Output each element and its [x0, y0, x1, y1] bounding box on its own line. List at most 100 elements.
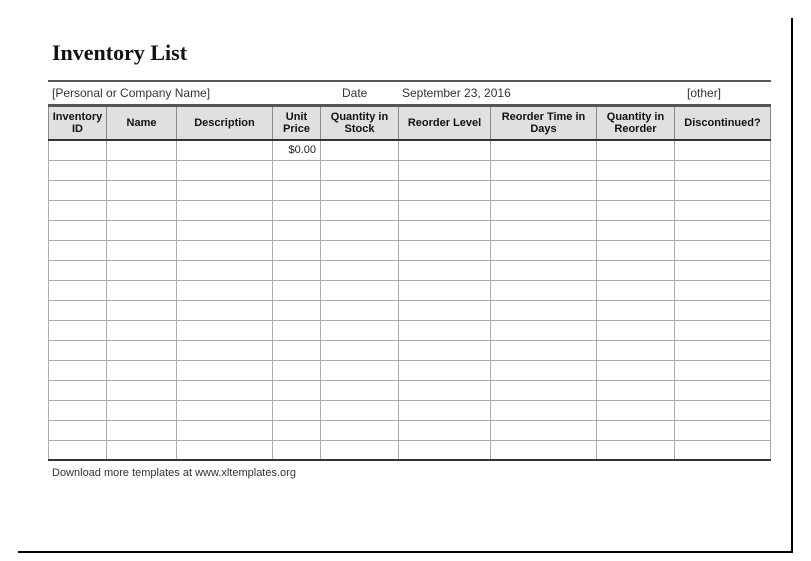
- cell-reorder_time[interactable]: [491, 340, 597, 360]
- cell-qty_reorder[interactable]: [597, 400, 675, 420]
- cell-discontinued[interactable]: [675, 240, 771, 260]
- cell-qty_reorder[interactable]: [597, 420, 675, 440]
- cell-qty_reorder[interactable]: [597, 160, 675, 180]
- cell-discontinued[interactable]: [675, 280, 771, 300]
- cell-qty_reorder[interactable]: [597, 440, 675, 460]
- cell-reorder_level[interactable]: [399, 160, 491, 180]
- cell-reorder_level[interactable]: [399, 200, 491, 220]
- cell-qty_reorder[interactable]: [597, 360, 675, 380]
- cell-name[interactable]: [107, 160, 177, 180]
- cell-unit_price[interactable]: [273, 400, 321, 420]
- cell-qty_reorder[interactable]: [597, 240, 675, 260]
- cell-qty_stock[interactable]: [321, 320, 399, 340]
- cell-description[interactable]: [177, 380, 273, 400]
- cell-qty_stock[interactable]: [321, 400, 399, 420]
- cell-name[interactable]: [107, 420, 177, 440]
- cell-qty_stock[interactable]: [321, 340, 399, 360]
- col-header-reorder-time[interactable]: Reorder Time in Days: [491, 106, 597, 140]
- cell-reorder_level[interactable]: [399, 340, 491, 360]
- cell-name[interactable]: [107, 360, 177, 380]
- cell-unit_price[interactable]: [273, 160, 321, 180]
- cell-qty_reorder[interactable]: [597, 300, 675, 320]
- cell-discontinued[interactable]: [675, 320, 771, 340]
- cell-qty_stock[interactable]: [321, 240, 399, 260]
- col-header-qty-stock[interactable]: Quantity in Stock: [321, 106, 399, 140]
- cell-unit_price[interactable]: [273, 360, 321, 380]
- cell-reorder_level[interactable]: [399, 380, 491, 400]
- cell-unit_price[interactable]: [273, 240, 321, 260]
- cell-reorder_level[interactable]: [399, 220, 491, 240]
- cell-reorder_time[interactable]: [491, 300, 597, 320]
- company-name-field[interactable]: [Personal or Company Name]: [52, 86, 342, 100]
- cell-discontinued[interactable]: [675, 140, 771, 160]
- cell-description[interactable]: [177, 300, 273, 320]
- cell-reorder_level[interactable]: [399, 260, 491, 280]
- cell-discontinued[interactable]: [675, 220, 771, 240]
- cell-qty_reorder[interactable]: [597, 180, 675, 200]
- cell-inventory_id[interactable]: [49, 220, 107, 240]
- cell-name[interactable]: [107, 200, 177, 220]
- cell-qty_reorder[interactable]: [597, 140, 675, 160]
- cell-reorder_level[interactable]: [399, 320, 491, 340]
- cell-inventory_id[interactable]: [49, 140, 107, 160]
- cell-unit_price[interactable]: [273, 320, 321, 340]
- cell-description[interactable]: [177, 400, 273, 420]
- cell-description[interactable]: [177, 280, 273, 300]
- cell-inventory_id[interactable]: [49, 340, 107, 360]
- cell-qty_stock[interactable]: [321, 140, 399, 160]
- cell-qty_stock[interactable]: [321, 360, 399, 380]
- cell-discontinued[interactable]: [675, 160, 771, 180]
- cell-inventory_id[interactable]: [49, 420, 107, 440]
- cell-qty_stock[interactable]: [321, 220, 399, 240]
- cell-inventory_id[interactable]: [49, 440, 107, 460]
- cell-inventory_id[interactable]: [49, 200, 107, 220]
- cell-reorder_time[interactable]: [491, 160, 597, 180]
- cell-qty_reorder[interactable]: [597, 220, 675, 240]
- cell-description[interactable]: [177, 200, 273, 220]
- cell-inventory_id[interactable]: [49, 320, 107, 340]
- cell-description[interactable]: [177, 220, 273, 240]
- cell-name[interactable]: [107, 220, 177, 240]
- col-header-description[interactable]: Description: [177, 106, 273, 140]
- cell-qty_reorder[interactable]: [597, 340, 675, 360]
- cell-reorder_time[interactable]: [491, 320, 597, 340]
- cell-unit_price[interactable]: [273, 380, 321, 400]
- cell-qty_reorder[interactable]: [597, 320, 675, 340]
- cell-qty_reorder[interactable]: [597, 260, 675, 280]
- cell-qty_reorder[interactable]: [597, 380, 675, 400]
- cell-qty_stock[interactable]: [321, 180, 399, 200]
- cell-description[interactable]: [177, 420, 273, 440]
- date-value[interactable]: September 23, 2016: [402, 86, 687, 100]
- cell-name[interactable]: [107, 260, 177, 280]
- cell-reorder_time[interactable]: [491, 200, 597, 220]
- cell-reorder_level[interactable]: [399, 280, 491, 300]
- cell-discontinued[interactable]: [675, 420, 771, 440]
- cell-reorder_level[interactable]: [399, 360, 491, 380]
- cell-reorder_level[interactable]: [399, 440, 491, 460]
- cell-unit_price[interactable]: $0.00: [273, 140, 321, 160]
- cell-description[interactable]: [177, 440, 273, 460]
- cell-reorder_time[interactable]: [491, 400, 597, 420]
- cell-reorder_level[interactable]: [399, 300, 491, 320]
- cell-reorder_time[interactable]: [491, 260, 597, 280]
- cell-discontinued[interactable]: [675, 300, 771, 320]
- cell-description[interactable]: [177, 180, 273, 200]
- cell-qty_stock[interactable]: [321, 260, 399, 280]
- cell-qty_stock[interactable]: [321, 440, 399, 460]
- cell-inventory_id[interactable]: [49, 260, 107, 280]
- cell-inventory_id[interactable]: [49, 280, 107, 300]
- col-header-reorder-level[interactable]: Reorder Level: [399, 106, 491, 140]
- cell-reorder_time[interactable]: [491, 420, 597, 440]
- cell-reorder_time[interactable]: [491, 440, 597, 460]
- cell-description[interactable]: [177, 140, 273, 160]
- cell-discontinued[interactable]: [675, 400, 771, 420]
- cell-qty_stock[interactable]: [321, 420, 399, 440]
- cell-reorder_time[interactable]: [491, 220, 597, 240]
- cell-name[interactable]: [107, 380, 177, 400]
- cell-name[interactable]: [107, 300, 177, 320]
- cell-unit_price[interactable]: [273, 440, 321, 460]
- cell-description[interactable]: [177, 360, 273, 380]
- cell-description[interactable]: [177, 260, 273, 280]
- cell-inventory_id[interactable]: [49, 360, 107, 380]
- cell-unit_price[interactable]: [273, 220, 321, 240]
